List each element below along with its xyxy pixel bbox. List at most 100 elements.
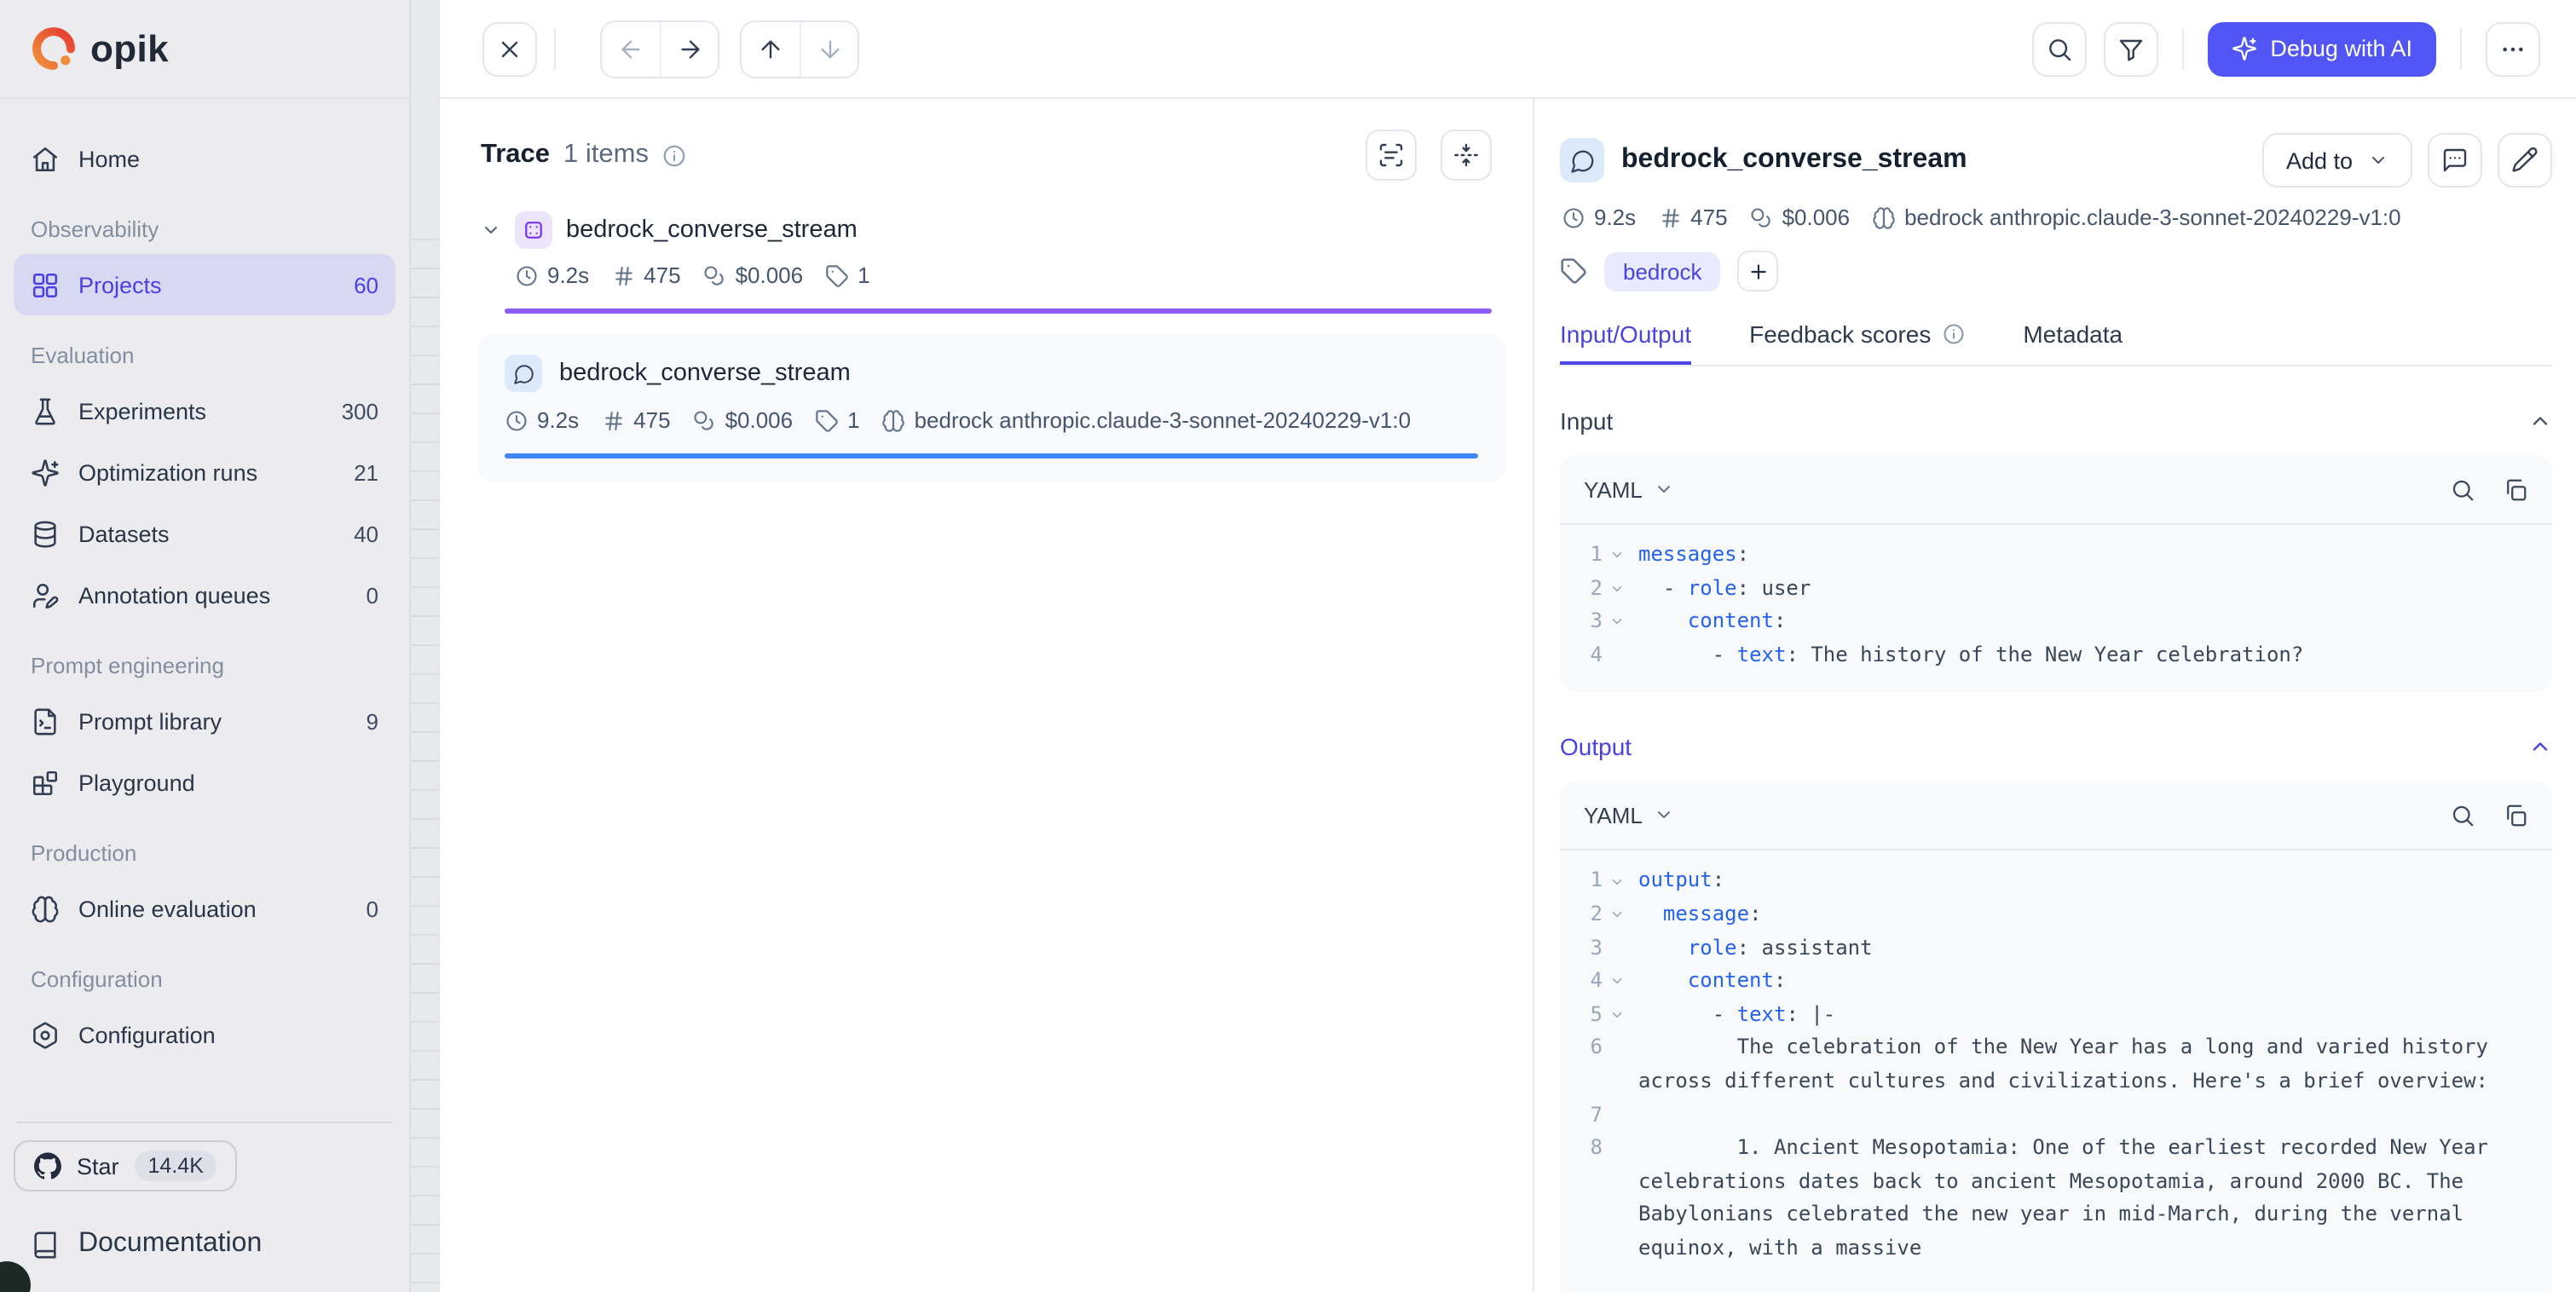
grid-icon xyxy=(31,270,60,299)
clock-icon xyxy=(505,408,528,432)
sidebar-item-prompt-library[interactable]: Prompt library9 xyxy=(14,690,396,752)
code-gutter: 3 xyxy=(1574,605,1625,638)
stat-cost: $0.006 xyxy=(1750,205,1851,230)
tab-input-output[interactable]: Input/Output xyxy=(1560,320,1691,365)
add-to-button[interactable]: Add to xyxy=(2262,133,2412,187)
sidebar-item-configuration[interactable]: Configuration xyxy=(14,1004,396,1065)
divider xyxy=(17,1122,392,1123)
span-row-selected[interactable]: bedrock_converse_stream 9.2s475$0.0061be… xyxy=(477,334,1505,482)
span-type-badge xyxy=(505,355,542,392)
fold-toggle[interactable] xyxy=(1608,999,1625,1032)
info-icon xyxy=(662,142,688,168)
search-icon[interactable] xyxy=(2450,476,2475,502)
filter-button[interactable] xyxy=(2103,21,2157,76)
sidebar-item-annotation-queues[interactable]: Annotation queues0 xyxy=(14,564,396,626)
trace-duration-bar xyxy=(505,309,1492,314)
sidebar-item-optimization-runs[interactable]: Optimization runs21 xyxy=(14,441,396,503)
section-label-observability: Observability xyxy=(14,216,396,242)
format-select[interactable]: YAML xyxy=(1584,476,1675,502)
detail-stats: 9.2s475$0.006bedrock anthropic.claude-3-… xyxy=(1560,205,2552,230)
search-icon xyxy=(2045,35,2072,62)
tab-label: Feedback scores xyxy=(1749,320,1931,348)
more-actions-button[interactable] xyxy=(2486,21,2540,76)
stat-tag_count: 1 xyxy=(825,262,869,288)
sidebar-item-label: Documentation xyxy=(78,1229,262,1260)
stat-tokens-value: 475 xyxy=(644,262,680,288)
coins-icon xyxy=(703,263,727,287)
code-text: content: xyxy=(1638,965,2542,998)
collapse-all-button[interactable] xyxy=(1441,130,1492,181)
message-circle-icon xyxy=(512,362,534,384)
sidebar-item-playground[interactable]: Playground xyxy=(14,752,396,813)
sidebar-item-home[interactable]: Home xyxy=(14,128,396,189)
search-icon[interactable] xyxy=(2450,803,2475,828)
tab-label: Input/Output xyxy=(1560,320,1691,348)
chevron-down-icon xyxy=(1609,974,1624,989)
format-select[interactable]: YAML xyxy=(1584,803,1675,828)
fold-toggle[interactable] xyxy=(1608,865,1625,898)
chevron-down-icon xyxy=(1609,614,1624,630)
code-body: 1output:2 message:3 role: assistant4 con… xyxy=(1560,851,2552,1286)
copy-icon[interactable] xyxy=(2503,803,2528,828)
expand-tree-button[interactable] xyxy=(1366,130,1417,181)
close-panel-button[interactable] xyxy=(482,21,537,76)
stat-cost-value: $0.006 xyxy=(725,407,794,433)
parent-span-button[interactable] xyxy=(742,21,800,76)
chevron-up-icon[interactable] xyxy=(2528,735,2552,759)
trace-tree-root-row[interactable]: bedrock_converse_stream xyxy=(481,211,1492,249)
book-icon xyxy=(31,1230,60,1259)
add-tag-button[interactable] xyxy=(1738,251,1779,291)
sidebar-item-documentation[interactable]: Documentation xyxy=(14,1214,396,1275)
comments-button[interactable] xyxy=(2428,133,2482,187)
line-number: 7 xyxy=(1580,1099,1603,1132)
line-number: 3 xyxy=(1580,932,1603,965)
item-count: 21 xyxy=(354,459,378,485)
main-area: Debug with AI Trace 1 items b xyxy=(440,0,2576,1292)
section-label-configuration: Configuration xyxy=(14,966,396,992)
code-line: 2 message: xyxy=(1574,898,2542,932)
logo-wordmark: opik xyxy=(90,26,169,71)
code-gutter: 2 xyxy=(1574,572,1625,605)
line-number: 4 xyxy=(1580,639,1603,672)
star-label: Star xyxy=(77,1153,119,1179)
fold-toggle[interactable] xyxy=(1608,572,1625,605)
logo[interactable]: opik xyxy=(0,0,409,99)
ellipsis-icon xyxy=(2499,35,2527,62)
copy-icon[interactable] xyxy=(2503,476,2528,502)
span-name: bedrock_converse_stream xyxy=(559,360,851,387)
github-star-button[interactable]: Star 14.4K xyxy=(14,1140,238,1191)
span-type-badge xyxy=(1560,138,1604,182)
section-label-prompt-engineering: Prompt engineering xyxy=(14,653,396,678)
code-line: 8 1. Ancient Mesopotamia: One of the ear… xyxy=(1574,1132,2542,1266)
chevron-up-icon[interactable] xyxy=(2528,409,2552,433)
next-item-button[interactable] xyxy=(660,21,718,76)
edit-button[interactable] xyxy=(2498,133,2552,187)
fold-toggle[interactable] xyxy=(1608,898,1625,932)
fold-toggle[interactable] xyxy=(1608,539,1625,572)
chevron-down-icon xyxy=(1609,581,1624,597)
prev-item-button[interactable] xyxy=(602,21,660,76)
sidebar-item-experiments[interactable]: Experiments300 xyxy=(14,380,396,441)
sidebar-item-datasets[interactable]: Datasets40 xyxy=(14,503,396,564)
toolbar: Debug with AI xyxy=(440,0,2576,99)
opik-logo-icon xyxy=(29,24,78,73)
sidebar-item-projects[interactable]: Projects60 xyxy=(14,254,396,315)
child-span-button[interactable] xyxy=(800,21,858,76)
code-text: 1. Ancient Mesopotamia: One of the earli… xyxy=(1638,1132,2542,1266)
sidebar-item-online-evaluation[interactable]: Online evaluation0 xyxy=(14,878,396,939)
search-button[interactable] xyxy=(2031,21,2086,76)
tag-bedrock[interactable]: bedrock xyxy=(1604,251,1721,291)
code-text: message: xyxy=(1638,898,2542,932)
stat-tokens: 475 xyxy=(1658,205,1727,230)
tab-metadata[interactable]: Metadata xyxy=(2023,320,2123,365)
debug-with-ai-button[interactable]: Debug with AI xyxy=(2207,21,2436,76)
tab-feedback-scores[interactable]: Feedback scores xyxy=(1749,320,1965,365)
code-tools xyxy=(2450,803,2528,828)
chevron-down-icon[interactable] xyxy=(481,220,501,240)
fold-toggle[interactable] xyxy=(1608,605,1625,638)
fold-toggle[interactable] xyxy=(1608,965,1625,998)
arrow-up-icon xyxy=(757,35,784,62)
code-line: 4 - text: The history of the New Year ce… xyxy=(1574,639,2542,672)
code-gutter: 7 xyxy=(1574,1099,1625,1132)
code-text: role: assistant xyxy=(1638,932,2542,965)
